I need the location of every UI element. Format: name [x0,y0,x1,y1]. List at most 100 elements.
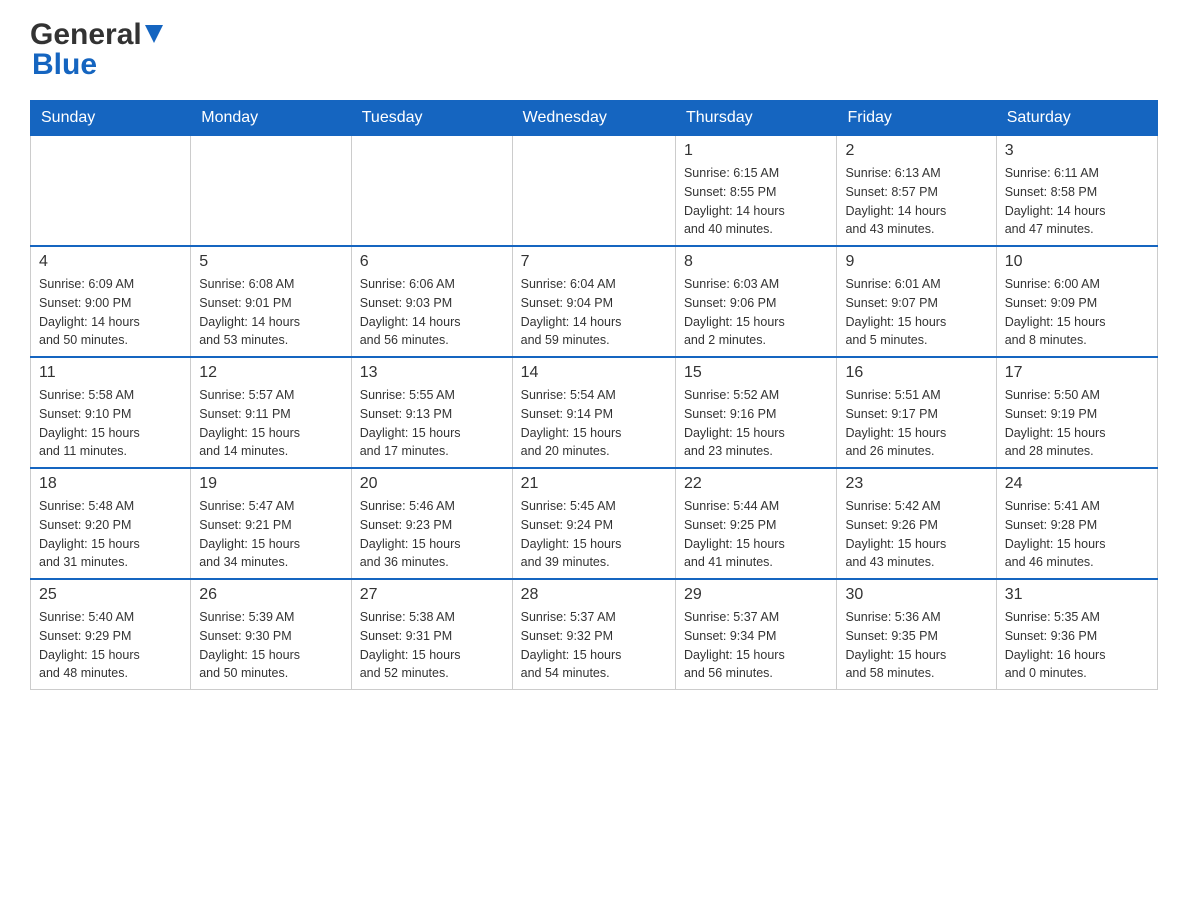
logo: General Blue [30,20,163,80]
day-number: 22 [684,475,829,493]
day-number: 29 [684,586,829,604]
day-info: Sunrise: 6:00 AM Sunset: 9:09 PM Dayligh… [1005,275,1149,350]
calendar-cell: 25 Sunrise: 5:40 AM Sunset: 9:29 PM Dayli… [31,579,191,690]
calendar-cell: 1 Sunrise: 6:15 AM Sunset: 8:55 PM Daylig… [675,136,837,247]
day-number: 8 [684,253,829,271]
day-number: 16 [845,364,987,382]
day-info: Sunrise: 5:35 AM Sunset: 9:36 PM Dayligh… [1005,608,1149,683]
calendar-week-row: 4 Sunrise: 6:09 AM Sunset: 9:00 PM Daylig… [31,246,1158,357]
calendar-cell: 24 Sunrise: 5:41 AM Sunset: 9:28 PM Dayli… [996,468,1157,579]
day-info: Sunrise: 5:36 AM Sunset: 9:35 PM Dayligh… [845,608,987,683]
day-number: 23 [845,475,987,493]
calendar-cell: 6 Sunrise: 6:06 AM Sunset: 9:03 PM Daylig… [351,246,512,357]
day-number: 13 [360,364,504,382]
day-info: Sunrise: 6:03 AM Sunset: 9:06 PM Dayligh… [684,275,829,350]
day-number: 21 [521,475,667,493]
day-info: Sunrise: 5:39 AM Sunset: 9:30 PM Dayligh… [199,608,343,683]
calendar-cell: 5 Sunrise: 6:08 AM Sunset: 9:01 PM Daylig… [191,246,352,357]
column-header-wednesday: Wednesday [512,101,675,136]
logo-blue-text: Blue [32,50,163,80]
calendar-cell: 12 Sunrise: 5:57 AM Sunset: 9:11 PM Dayli… [191,357,352,468]
calendar-cell: 30 Sunrise: 5:36 AM Sunset: 9:35 PM Dayli… [837,579,996,690]
column-header-sunday: Sunday [31,101,191,136]
day-info: Sunrise: 6:09 AM Sunset: 9:00 PM Dayligh… [39,275,182,350]
day-number: 5 [199,253,343,271]
day-number: 26 [199,586,343,604]
column-header-monday: Monday [191,101,352,136]
day-number: 10 [1005,253,1149,271]
day-number: 18 [39,475,182,493]
calendar-week-row: 11 Sunrise: 5:58 AM Sunset: 9:10 PM Dayli… [31,357,1158,468]
day-info: Sunrise: 5:40 AM Sunset: 9:29 PM Dayligh… [39,608,182,683]
day-info: Sunrise: 5:42 AM Sunset: 9:26 PM Dayligh… [845,497,987,572]
calendar-cell [31,136,191,247]
calendar-cell: 9 Sunrise: 6:01 AM Sunset: 9:07 PM Daylig… [837,246,996,357]
day-info: Sunrise: 5:50 AM Sunset: 9:19 PM Dayligh… [1005,386,1149,461]
calendar-cell: 8 Sunrise: 6:03 AM Sunset: 9:06 PM Daylig… [675,246,837,357]
day-number: 31 [1005,586,1149,604]
day-info: Sunrise: 5:38 AM Sunset: 9:31 PM Dayligh… [360,608,504,683]
day-info: Sunrise: 5:44 AM Sunset: 9:25 PM Dayligh… [684,497,829,572]
logo-triangle-icon [145,25,163,43]
day-info: Sunrise: 5:41 AM Sunset: 9:28 PM Dayligh… [1005,497,1149,572]
day-info: Sunrise: 5:47 AM Sunset: 9:21 PM Dayligh… [199,497,343,572]
calendar-cell: 17 Sunrise: 5:50 AM Sunset: 9:19 PM Dayli… [996,357,1157,468]
day-info: Sunrise: 5:58 AM Sunset: 9:10 PM Dayligh… [39,386,182,461]
calendar-cell: 29Sunrise: 5:37 AM Sunset: 9:34 PM Dayli… [675,579,837,690]
day-number: 20 [360,475,504,493]
day-number: 3 [1005,142,1149,160]
day-number: 9 [845,253,987,271]
calendar-cell [191,136,352,247]
calendar-cell: 23 Sunrise: 5:42 AM Sunset: 9:26 PM Dayli… [837,468,996,579]
calendar-week-row: 25 Sunrise: 5:40 AM Sunset: 9:29 PM Dayli… [31,579,1158,690]
calendar-cell: 16Sunrise: 5:51 AM Sunset: 9:17 PM Dayli… [837,357,996,468]
day-number: 25 [39,586,182,604]
column-header-thursday: Thursday [675,101,837,136]
day-number: 12 [199,364,343,382]
day-info: Sunrise: 5:52 AM Sunset: 9:16 PM Dayligh… [684,386,829,461]
day-info: Sunrise: 6:04 AM Sunset: 9:04 PM Dayligh… [521,275,667,350]
calendar-cell: 10 Sunrise: 6:00 AM Sunset: 9:09 PM Dayli… [996,246,1157,357]
day-info: Sunrise: 5:55 AM Sunset: 9:13 PM Dayligh… [360,386,504,461]
calendar-cell: 2 Sunrise: 6:13 AM Sunset: 8:57 PM Daylig… [837,136,996,247]
day-number: 15 [684,364,829,382]
day-info: Sunrise: 6:08 AM Sunset: 9:01 PM Dayligh… [199,275,343,350]
column-header-saturday: Saturday [996,101,1157,136]
day-number: 28 [521,586,667,604]
day-info: Sunrise: 5:57 AM Sunset: 9:11 PM Dayligh… [199,386,343,461]
day-info: Sunrise: 6:06 AM Sunset: 9:03 PM Dayligh… [360,275,504,350]
day-info: Sunrise: 6:15 AM Sunset: 8:55 PM Dayligh… [684,164,829,239]
calendar-cell: 27 Sunrise: 5:38 AM Sunset: 9:31 PM Dayli… [351,579,512,690]
day-number: 24 [1005,475,1149,493]
calendar-cell: 15 Sunrise: 5:52 AM Sunset: 9:16 PM Dayli… [675,357,837,468]
day-number: 27 [360,586,504,604]
day-info: Sunrise: 5:45 AM Sunset: 9:24 PM Dayligh… [521,497,667,572]
day-number: 7 [521,253,667,271]
day-number: 19 [199,475,343,493]
column-header-friday: Friday [837,101,996,136]
day-number: 11 [39,364,182,382]
day-info: Sunrise: 5:54 AM Sunset: 9:14 PM Dayligh… [521,386,667,461]
logo-general-text: General [30,20,142,50]
day-info: Sunrise: 6:13 AM Sunset: 8:57 PM Dayligh… [845,164,987,239]
day-info: Sunrise: 6:01 AM Sunset: 9:07 PM Dayligh… [845,275,987,350]
day-number: 4 [39,253,182,271]
day-number: 14 [521,364,667,382]
calendar-cell: 26 Sunrise: 5:39 AM Sunset: 9:30 PM Dayli… [191,579,352,690]
calendar-cell: 18 Sunrise: 5:48 AM Sunset: 9:20 PM Dayli… [31,468,191,579]
day-number: 17 [1005,364,1149,382]
calendar-cell: 14 Sunrise: 5:54 AM Sunset: 9:14 PM Dayli… [512,357,675,468]
day-number: 2 [845,142,987,160]
day-info: Sunrise: 5:46 AM Sunset: 9:23 PM Dayligh… [360,497,504,572]
day-info: Sunrise: 5:48 AM Sunset: 9:20 PM Dayligh… [39,497,182,572]
calendar-cell: 11 Sunrise: 5:58 AM Sunset: 9:10 PM Dayli… [31,357,191,468]
calendar-cell: 19 Sunrise: 5:47 AM Sunset: 9:21 PM Dayli… [191,468,352,579]
page-header: General Blue [30,20,1158,80]
day-number: 6 [360,253,504,271]
calendar-week-row: 1 Sunrise: 6:15 AM Sunset: 8:55 PM Daylig… [31,136,1158,247]
calendar-cell [512,136,675,247]
day-number: 30 [845,586,987,604]
calendar-cell: 31 Sunrise: 5:35 AM Sunset: 9:36 PM Dayli… [996,579,1157,690]
calendar-cell: 28Sunrise: 5:37 AM Sunset: 9:32 PM Dayli… [512,579,675,690]
day-number: 1 [684,142,829,160]
